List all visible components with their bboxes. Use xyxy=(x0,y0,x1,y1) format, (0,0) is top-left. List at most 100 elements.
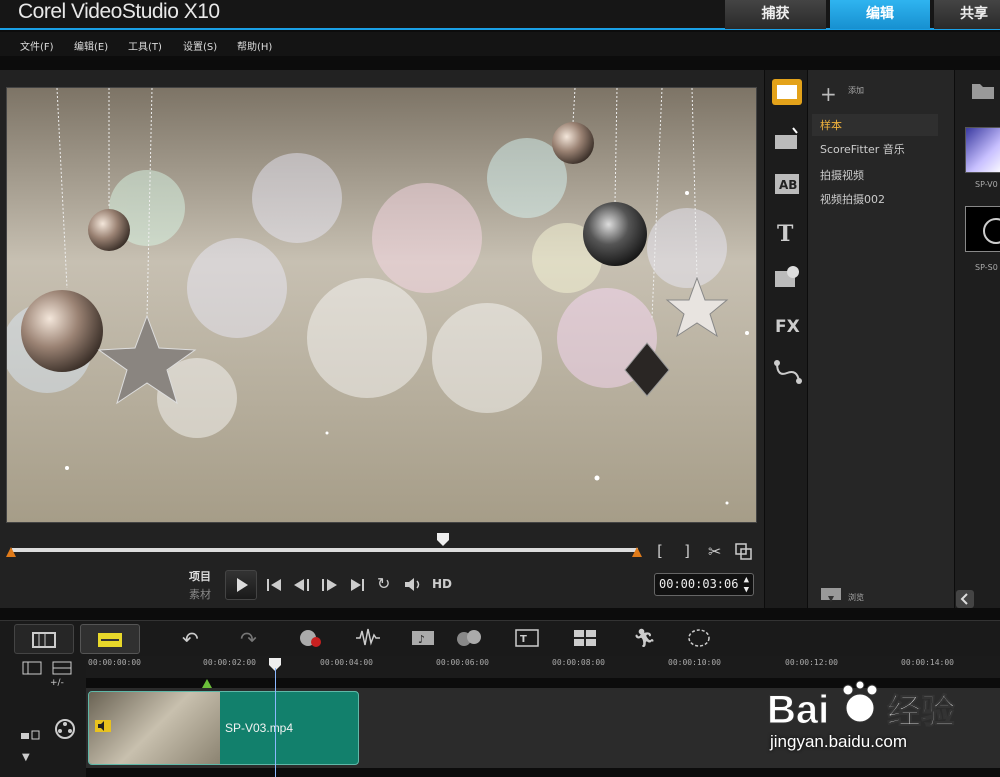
title-icon[interactable]: T xyxy=(771,218,803,246)
ruler-tick: 00:00:08:00 xyxy=(552,658,605,667)
menu-settings[interactable]: 设置(S) xyxy=(183,38,217,53)
undo-icon[interactable]: ↶ xyxy=(182,627,199,651)
motion-tracking-icon[interactable] xyxy=(456,627,482,649)
zoom-control[interactable]: +/- xyxy=(50,678,64,688)
filmstrip-icon xyxy=(32,632,56,648)
ruler-tick: 00:00:12:00 xyxy=(785,658,838,667)
browse-icon[interactable] xyxy=(820,586,844,604)
expand-tracks-icon[interactable]: ▼ xyxy=(22,752,30,763)
baidu-watermark-logo: Bai 经验 xyxy=(767,680,956,733)
mark-in-button[interactable]: [ xyxy=(655,542,664,560)
collapse-panel-icon[interactable] xyxy=(956,590,974,608)
ruler-tick: 00:00:10:00 xyxy=(668,658,721,667)
mode-clip[interactable]: 素材 xyxy=(189,586,211,602)
menu-tools[interactable]: 工具(T) xyxy=(128,38,162,53)
volume-icon[interactable] xyxy=(403,576,425,593)
timeline-view-icon xyxy=(98,633,122,647)
svg-text:经验: 经验 xyxy=(887,692,955,732)
timeline-toolbar xyxy=(0,620,1000,656)
track-manager-icon[interactable] xyxy=(22,661,42,675)
split-clip-icon[interactable]: ✂ xyxy=(708,542,721,561)
path-icon[interactable] xyxy=(771,357,803,385)
ruler-tick: 00:00:14:00 xyxy=(901,658,954,667)
multi-camera-icon[interactable] xyxy=(572,627,598,649)
tab-share[interactable]: 共享 xyxy=(934,0,1000,29)
repeat-icon[interactable]: ↻ xyxy=(377,574,390,593)
library-item-video-capture-002[interactable]: 视频拍摄002 xyxy=(812,188,938,210)
menu-help[interactable]: 帮助(H) xyxy=(237,38,272,53)
sound-mixer-icon[interactable] xyxy=(354,627,380,649)
play-button[interactable] xyxy=(225,570,257,600)
auto-music-icon[interactable]: ♪ xyxy=(410,627,436,649)
filter-fx-icon[interactable]: FX xyxy=(771,310,803,338)
tab-capture[interactable]: 捕获 xyxy=(725,0,826,29)
video-clip[interactable]: SP-V03.mp4 xyxy=(88,691,359,765)
step-forward-icon[interactable] xyxy=(319,577,341,593)
track-header-panel: +/- ▼ xyxy=(0,656,86,777)
lock-track-icon[interactable] xyxy=(20,728,40,740)
browse-label[interactable]: 浏览 xyxy=(848,592,864,603)
add-folder-label[interactable]: 添加 xyxy=(848,85,864,96)
library-item-captured-video[interactable]: 拍摄视频 xyxy=(812,164,938,186)
svg-text:AB: AB xyxy=(779,178,797,192)
svg-text:T: T xyxy=(777,221,794,246)
mask-creator-icon[interactable] xyxy=(686,627,712,649)
media-thumbnail[interactable] xyxy=(965,127,1000,173)
timecode-spinner-icon[interactable]: ▲ ▼ xyxy=(744,575,749,595)
subtitle-editor-icon[interactable]: T xyxy=(514,627,540,649)
playhead-line xyxy=(275,668,276,777)
record-capture-icon[interactable] xyxy=(297,627,323,649)
title-bar: Corel VideoStudio X10 捕获 编辑 共享 xyxy=(0,0,1000,30)
skip-end-icon[interactable] xyxy=(349,577,367,593)
ruler-tick: 00:00:04:00 xyxy=(320,658,373,667)
folder-icon[interactable] xyxy=(970,78,996,102)
app-title: Corel VideoStudio X10 xyxy=(18,0,220,23)
skip-start-icon[interactable] xyxy=(265,577,283,593)
in-point-marker-icon[interactable] xyxy=(202,679,212,688)
tab-edit[interactable]: 编辑 xyxy=(830,0,930,29)
mark-out-button[interactable]: ] xyxy=(683,542,692,560)
add-folder-icon[interactable]: + xyxy=(820,82,837,106)
watermark-url: jingyan.baidu.com xyxy=(770,732,908,751)
mode-project[interactable]: 项目 xyxy=(189,568,211,584)
chapter-point-icon[interactable] xyxy=(52,661,72,675)
instant-project-icon[interactable] xyxy=(771,125,803,153)
ruler-tick: 00:00:06:00 xyxy=(436,658,489,667)
play-icon xyxy=(237,578,248,592)
hd-toggle[interactable]: HD xyxy=(432,577,452,591)
library-item-sample[interactable]: 样本 xyxy=(812,114,938,136)
svg-text:FX: FX xyxy=(775,317,800,337)
media-library-icon[interactable] xyxy=(771,78,803,106)
trim-out-marker[interactable] xyxy=(632,547,642,557)
timecode-field[interactable]: 00:00:03:06 ▲ ▼ xyxy=(654,573,754,596)
step-back-icon[interactable] xyxy=(292,577,314,593)
video-preview[interactable] xyxy=(6,87,757,523)
audio-disc-icon xyxy=(983,218,1000,244)
menu-file[interactable]: 文件(F) xyxy=(20,38,54,53)
time-remapping-icon[interactable]: 🏃︎ xyxy=(633,628,656,649)
library-item-scorefitter[interactable]: ScoreFitter 音乐 xyxy=(812,138,938,160)
svg-text:♪: ♪ xyxy=(418,633,425,646)
scrub-head-icon[interactable] xyxy=(437,533,449,547)
media-thumbnail[interactable] xyxy=(965,206,1000,252)
svg-text:T: T xyxy=(520,634,527,645)
copy-icon[interactable] xyxy=(735,543,753,561)
timecode-value: 00:00:03:06 xyxy=(659,577,739,591)
transition-icon[interactable]: AB xyxy=(771,170,803,198)
timeline-view-button[interactable] xyxy=(80,624,140,654)
menu-edit[interactable]: 编辑(E) xyxy=(74,38,108,53)
clip-name: SP-V03.mp4 xyxy=(225,721,294,735)
preview-image xyxy=(7,88,756,522)
scrub-bar[interactable] xyxy=(12,548,638,552)
clip-audio-icon xyxy=(95,720,111,732)
video-track-icon[interactable] xyxy=(54,718,76,740)
media-thumbnail-label: SP-S0 xyxy=(975,263,998,272)
storyboard-view-button[interactable] xyxy=(14,624,74,654)
graphic-icon[interactable] xyxy=(771,263,803,291)
trim-in-marker[interactable] xyxy=(6,547,16,557)
media-thumbnail-label: SP-V0 xyxy=(975,180,998,189)
redo-icon[interactable]: ↷ xyxy=(240,627,257,651)
library-category-bar: AB T FX xyxy=(765,70,807,608)
ruler-tick: 00:00:02:00 xyxy=(203,658,256,667)
svg-text:Bai: Bai xyxy=(767,688,829,732)
